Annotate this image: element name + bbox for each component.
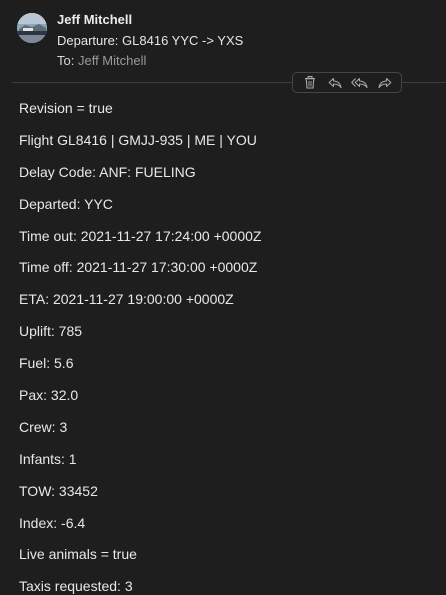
avatar[interactable] (17, 13, 47, 43)
reply-button[interactable] (325, 75, 345, 91)
body-line-index: Index: -6.4 (19, 514, 86, 531)
body-line-time-out: Time out: 2021-11-27 17:24:00 +0000Z (19, 227, 262, 244)
reply-all-icon (351, 77, 368, 88)
message-body: Revision = true Flight GL8416 | GMJJ-935… (19, 100, 439, 595)
reply-icon (328, 77, 342, 88)
body-line-live-animals: Live animals = true (19, 546, 137, 563)
message-subject: Departure: GL8416 YYC -> YXS (57, 33, 244, 48)
delete-button[interactable] (300, 75, 320, 91)
body-line-infants: Infants: 1 (19, 450, 77, 467)
body-line-delay-code: Delay Code: ANF: FUELING (19, 163, 196, 180)
recipient-name[interactable]: Jeff Mitchell (78, 53, 146, 68)
body-line-time-off: Time off: 2021-11-27 17:30:00 +0000Z (19, 259, 258, 276)
forward-icon (377, 77, 391, 88)
body-line-fuel: Fuel: 5.6 (19, 355, 74, 372)
trash-icon (304, 76, 315, 89)
body-line-tow: TOW: 33452 (19, 482, 98, 499)
to-label: To: (57, 53, 75, 68)
forward-button[interactable] (375, 75, 395, 91)
body-line-crew: Crew: 3 (19, 418, 68, 435)
recipient-line: To: Jeff Mitchell (57, 53, 146, 68)
body-line-taxis-requested: Taxis requested: 3 (19, 578, 133, 595)
body-line-revision: Revision = true (19, 100, 113, 116)
message-action-toolbar (292, 72, 402, 93)
body-line-pax: Pax: 32.0 (19, 387, 79, 404)
body-line-uplift: Uplift: 785 (19, 323, 83, 340)
body-line-departed: Departed: YYC (19, 195, 113, 212)
header-divider (12, 82, 292, 83)
body-line-eta: ETA: 2021-11-27 19:00:00 +0000Z (19, 291, 234, 308)
header-divider (402, 82, 446, 83)
sender-name: Jeff Mitchell (57, 12, 133, 27)
body-line-flight: Flight GL8416 | GMJJ-935 | ME | YOU (19, 131, 257, 148)
reply-all-button[interactable] (350, 75, 370, 91)
